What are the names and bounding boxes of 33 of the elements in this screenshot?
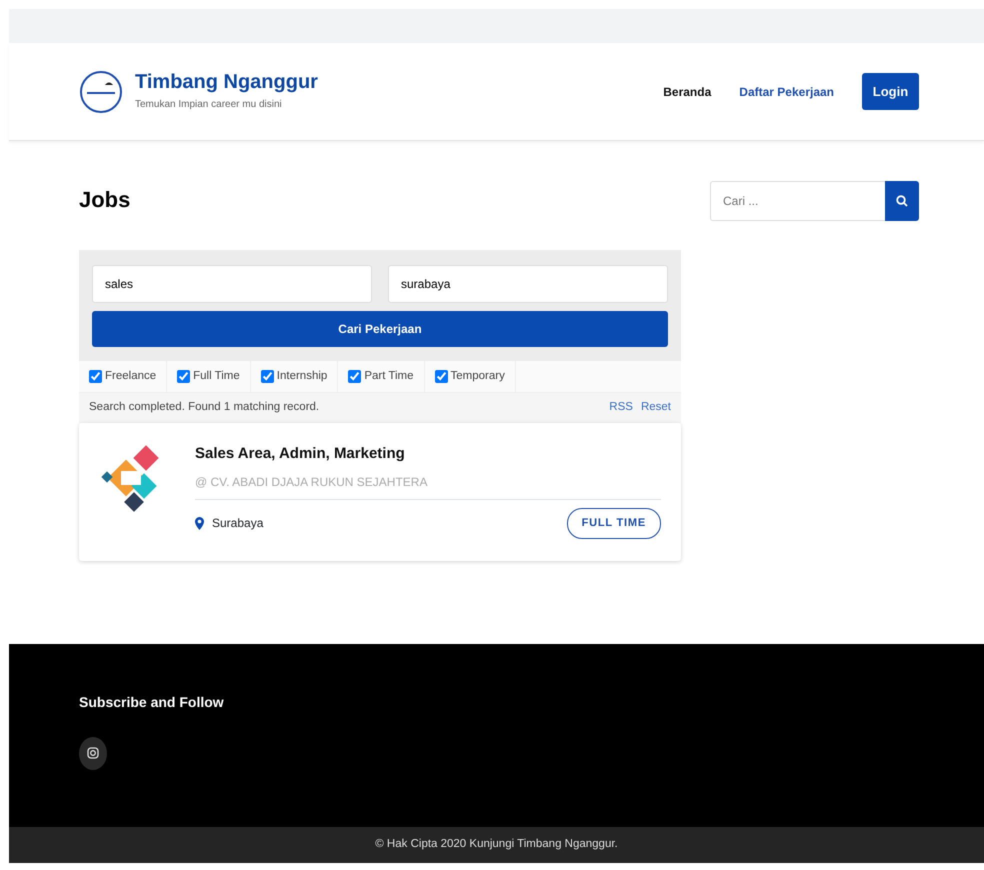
results-message: Search completed. Found 1 matching record.	[89, 400, 320, 416]
job-type-label: Temporary	[450, 369, 505, 384]
job-type-label: Full Time	[193, 369, 240, 384]
job-type-checkbox[interactable]	[348, 370, 362, 384]
site-tagline: Temukan Impian career mu disini	[135, 98, 283, 112]
copyright-text: © Hak Cipta 2020 Kunjungi Timbang Nganggur.	[375, 836, 618, 852]
site-title: Timbang Nganggur	[135, 71, 318, 93]
search-button[interactable]	[884, 181, 919, 221]
reset-link[interactable]: Reset	[640, 399, 671, 416]
search-icon	[896, 195, 908, 207]
location-field[interactable]: surabaya	[388, 265, 668, 303]
search-jobs-button[interactable]: Cari Pekerjaan	[92, 311, 668, 347]
job-type-checkbox[interactable]	[434, 370, 448, 384]
instagram-button[interactable]	[79, 736, 107, 770]
nav-link[interactable]: Daftar Pekerjaan	[739, 82, 834, 100]
job-location: Surabaya	[212, 515, 264, 532]
footer-heading: Subscribe and Follow	[79, 692, 225, 712]
camera-icon	[87, 747, 99, 759]
job-type-checkbox[interactable]	[177, 370, 190, 384]
job-title[interactable]: Sales Area, Admin, Marketing	[195, 442, 661, 465]
keywords-field[interactable]: sales	[92, 265, 372, 303]
page-title: Jobs	[79, 186, 132, 214]
location-pin-icon	[195, 516, 204, 530]
job-type-checkbox[interactable]	[260, 370, 274, 384]
job-type-badge: FULL TIME	[566, 508, 661, 538]
job-type-label: Internship	[276, 369, 328, 384]
job-type-label: Freelance	[105, 369, 156, 384]
nav-link[interactable]: Beranda	[663, 82, 712, 100]
rss-link[interactable]: RSS	[609, 399, 633, 416]
job-type-checkbox[interactable]	[89, 370, 102, 384]
login-button[interactable]: Login	[862, 73, 919, 110]
company-name: @ CV. ABADI DJAJA RUKUN SEJAHTERA	[195, 473, 661, 500]
job-type-label: Part Time	[364, 369, 414, 384]
